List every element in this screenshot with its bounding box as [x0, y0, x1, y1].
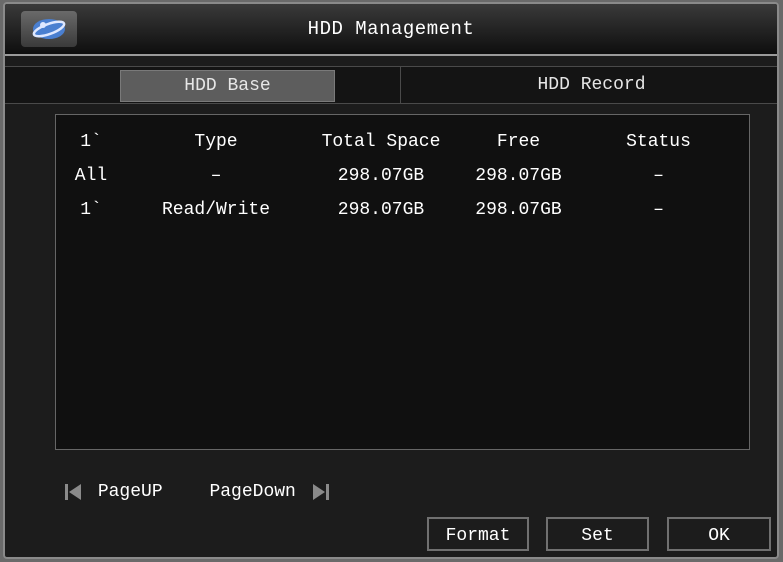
cell-type: –	[210, 166, 222, 186]
pager: PageUP PageDown	[65, 482, 329, 503]
set-button[interactable]: Set	[546, 517, 649, 551]
cell-status: –	[653, 166, 664, 186]
tab-hdd-base[interactable]: HDD Base	[120, 70, 335, 102]
hdd-list-panel: 1` Type Total Space Free Status All – 29…	[55, 114, 750, 450]
page-down-button[interactable]: PageDown	[209, 482, 295, 502]
column-header-type: Type	[194, 132, 238, 152]
hdd-table: 1` Type Total Space Free Status All – 29…	[56, 125, 736, 227]
tab-hdd-record[interactable]: HDD Record	[400, 67, 777, 103]
title-bar: HDD Management	[5, 4, 777, 56]
hdd-management-window: HDD Management HDD Base HDD Record 1` Ty…	[3, 2, 779, 559]
column-header-free: Free	[496, 132, 541, 152]
cell-free: 298.07GB	[475, 200, 562, 220]
column-header-index: 1`	[80, 132, 102, 152]
cell-free: 298.07GB	[475, 166, 562, 186]
table-row[interactable]: All – 298.07GB 298.07GB –	[56, 159, 736, 193]
format-button[interactable]: Format	[427, 517, 529, 551]
page-prev-icon[interactable]	[65, 483, 81, 501]
page-next-icon[interactable]	[312, 483, 329, 501]
column-header-status: Status	[626, 132, 691, 152]
cell-status: –	[653, 200, 664, 220]
window-title: HDD Management	[307, 18, 475, 40]
cell-index: All	[74, 166, 108, 186]
cell-total-space: 298.07GB	[337, 166, 425, 186]
table-header-row: 1` Type Total Space Free Status	[56, 125, 736, 159]
page-up-button[interactable]: PageUP	[98, 482, 163, 502]
cell-type: Read/Write	[161, 200, 271, 220]
column-header-total-space: Total Space	[321, 132, 441, 152]
cell-index: 1`	[80, 200, 102, 220]
ok-button[interactable]: OK	[667, 517, 771, 551]
table-row[interactable]: 1` Read/Write 298.07GB 298.07GB –	[56, 193, 736, 227]
cell-total-space: 298.07GB	[337, 200, 425, 220]
tab-bar: HDD Base HDD Record	[5, 66, 777, 104]
